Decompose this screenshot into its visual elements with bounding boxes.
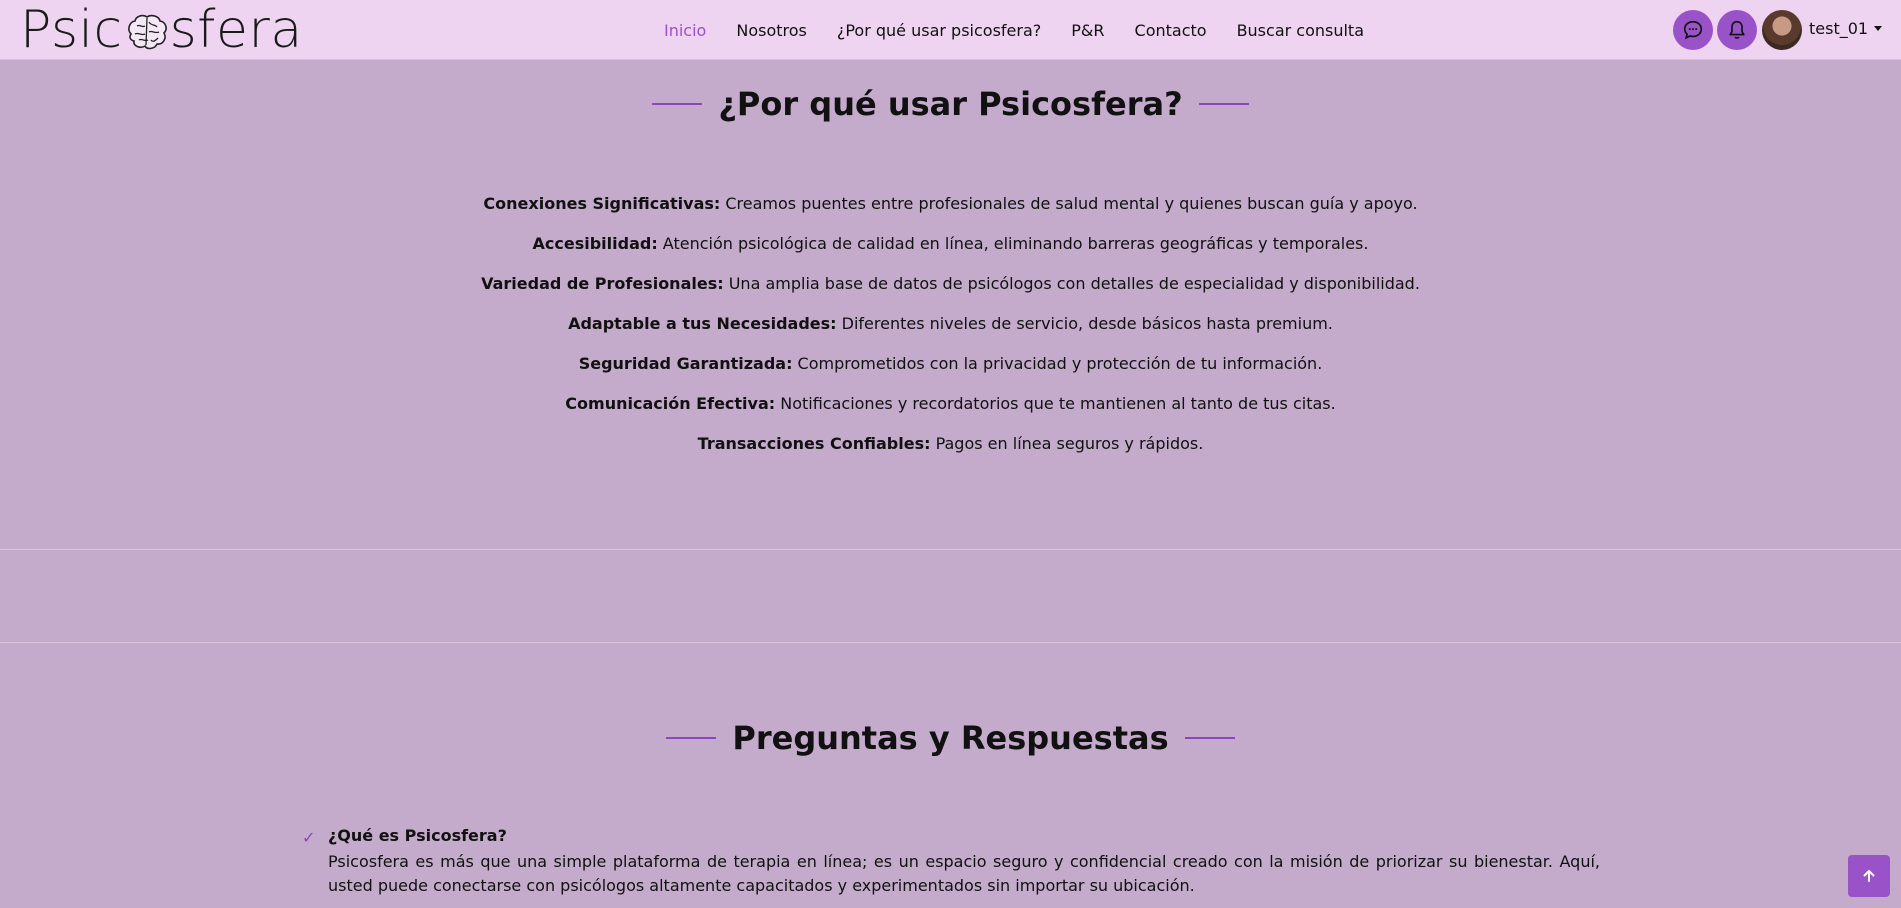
top-navbar: Psic sfera Inicio Nosotros ¿Por qué usar… — [0, 0, 1901, 60]
feature-text: Diferentes niveles de servicio, desde bá… — [836, 314, 1333, 333]
main-nav: Inicio Nosotros ¿Por qué usar psicosfera… — [664, 0, 1394, 60]
logo[interactable]: Psic sfera — [20, 2, 303, 58]
avatar[interactable] — [1762, 10, 1802, 50]
chat-icon — [1683, 20, 1703, 40]
nav-contacto[interactable]: Contacto — [1135, 21, 1207, 40]
nav-por-que[interactable]: ¿Por qué usar psicosfera? — [837, 21, 1041, 40]
username: test_01 — [1809, 19, 1869, 38]
feature-text: Una amplia base de datos de psicólogos c… — [723, 274, 1420, 293]
caret-down-icon — [1874, 26, 1883, 31]
check-icon: ✓ — [302, 828, 316, 847]
back-to-top-button[interactable] — [1848, 855, 1890, 897]
logo-text-left: Psic — [20, 0, 123, 60]
feature-item: Variedad de Profesionales: Una amplia ba… — [0, 270, 1901, 310]
title-line-right — [1184, 737, 1235, 739]
nav-nosotros[interactable]: Nosotros — [736, 21, 807, 40]
feature-label: Adaptable a tus Necesidades: — [568, 314, 837, 333]
feature-item: Seguridad Garantizada: Comprometidos con… — [0, 350, 1901, 390]
logo-text-right: sfera — [169, 0, 303, 60]
faq-question: ¿Qué es Psicosfera? — [328, 826, 507, 845]
feature-label: Conexiones Significativas: — [483, 194, 721, 213]
chat-button[interactable] — [1673, 10, 1713, 50]
features-list: Conexiones Significativas: Creamos puent… — [0, 190, 1901, 470]
feature-item: Adaptable a tus Necesidades: Diferentes … — [0, 310, 1901, 350]
section-divider — [0, 549, 1901, 550]
feature-text: Notificaciones y recordatorios que te ma… — [775, 394, 1336, 413]
faq-section-title: Preguntas y Respuestas — [0, 718, 1901, 758]
nav-inicio[interactable]: Inicio — [664, 21, 706, 40]
nav-pyr[interactable]: P&R — [1071, 21, 1104, 40]
faq-answer: Psicosfera es más que una simple platafo… — [328, 852, 1600, 895]
feature-text: Creamos puentes entre profesionales de s… — [720, 194, 1418, 213]
feature-item: Accesibilidad: Atención psicológica de c… — [0, 230, 1901, 270]
why-title-text: ¿Por qué usar Psicosfera? — [718, 85, 1183, 123]
feature-label: Transacciones Confiables: — [697, 434, 931, 453]
feature-label: Seguridad Garantizada: — [578, 354, 793, 373]
user-menu[interactable]: test_01 — [1809, 19, 1883, 38]
feature-text: Comprometidos con la privacidad y protec… — [792, 354, 1323, 373]
feature-text: Atención psicológica de calidad en línea… — [657, 234, 1369, 253]
why-section-title: ¿Por qué usar Psicosfera? — [0, 84, 1901, 124]
title-line-left — [666, 737, 717, 739]
faq-title-text: Preguntas y Respuestas — [732, 719, 1169, 757]
section-divider — [0, 642, 1901, 643]
bell-icon — [1729, 20, 1745, 39]
feature-label: Accesibilidad: — [532, 234, 658, 253]
feature-text: Pagos en línea seguros y rápidos. — [930, 434, 1204, 453]
feature-item: Conexiones Significativas: Creamos puent… — [0, 190, 1901, 230]
arrow-up-icon — [1863, 870, 1875, 882]
feature-item: Comunicación Efectiva: Notificaciones y … — [0, 390, 1901, 430]
title-line-left — [652, 103, 703, 105]
title-line-right — [1198, 103, 1249, 105]
brain-icon — [127, 14, 167, 50]
nav-buscar-consulta[interactable]: Buscar consulta — [1237, 21, 1364, 40]
feature-item: Transacciones Confiables: Pagos en línea… — [0, 430, 1901, 470]
feature-label: Comunicación Efectiva: — [565, 394, 776, 413]
feature-label: Variedad de Profesionales: — [481, 274, 724, 293]
notifications-button[interactable] — [1717, 10, 1757, 50]
